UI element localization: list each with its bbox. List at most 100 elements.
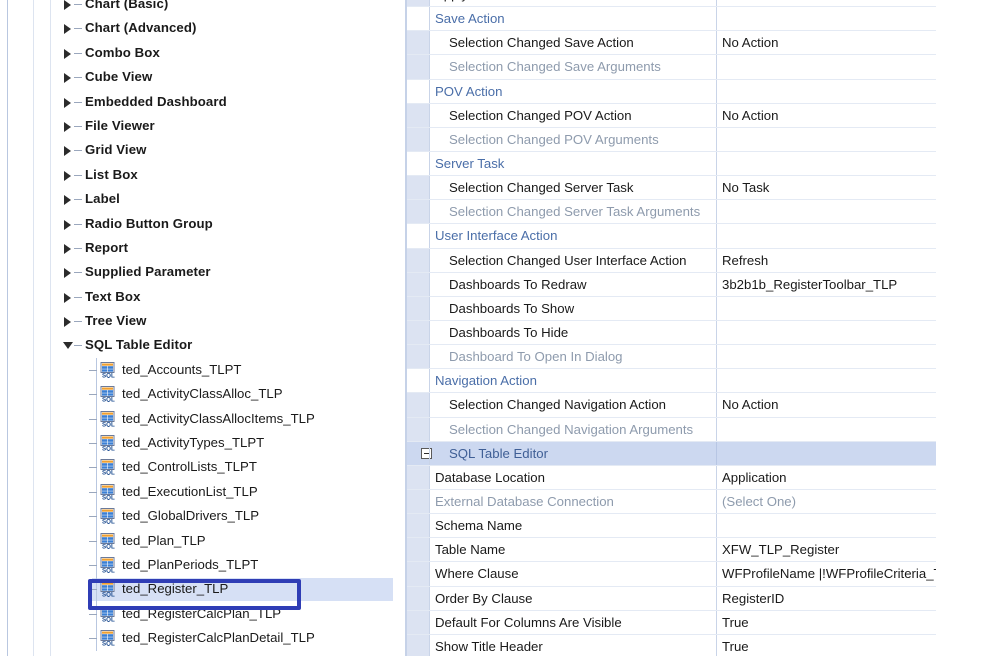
property-value[interactable]: No Task [722, 176, 936, 199]
chevron-right-icon[interactable] [64, 121, 71, 132]
column-divider[interactable] [716, 248, 717, 272]
property-grid-row-dashboards-to-show[interactable]: Dashboards To Show [407, 296, 999, 321]
tree-node-combo-box[interactable]: Combo Box [0, 41, 406, 65]
tree-item-ted-controllists-tlpt[interactable]: SQL ted_ControlLists_TLPT [0, 455, 406, 480]
chevron-right-icon[interactable] [64, 292, 71, 303]
column-divider[interactable] [716, 55, 717, 79]
property-grid-row-selection-changed-server-task[interactable]: Selection Changed Server Task No Task [407, 176, 999, 201]
property-grid-row-where-clause[interactable]: Where Clause WFProfileName |!WFProfileCri… [407, 562, 999, 587]
property-value[interactable]: True [722, 611, 936, 634]
property-value[interactable] [722, 297, 936, 320]
property-value[interactable] [722, 514, 936, 537]
collapse-icon[interactable] [421, 447, 432, 459]
column-divider[interactable] [716, 200, 717, 224]
tree-node-label[interactable]: Label [0, 187, 406, 211]
column-divider[interactable] [716, 586, 717, 610]
property-value[interactable]: True [722, 0, 936, 6]
tree-node-grid-view[interactable]: Grid View [0, 138, 406, 162]
chevron-right-icon[interactable] [64, 97, 71, 108]
chevron-right-icon[interactable] [64, 195, 71, 206]
property-value[interactable]: No Action [722, 104, 936, 127]
column-divider[interactable] [716, 31, 717, 55]
tree-node-report[interactable]: Report [0, 236, 406, 260]
property-grid-row-sql-table-editor[interactable]: SQL Table Editor [407, 441, 999, 466]
property-grid-row-dashboard-to-open-in-dialog[interactable]: Dashboard To Open In Dialog [407, 345, 999, 370]
property-value[interactable]: True [722, 635, 936, 656]
tree-node-list-box[interactable]: List Box [0, 163, 406, 187]
property-value[interactable] [722, 321, 936, 344]
column-divider[interactable] [716, 151, 717, 176]
column-divider[interactable] [716, 465, 717, 489]
property-grid-row-pov-action[interactable]: POV Action [407, 79, 999, 104]
property-value[interactable]: No Action [722, 31, 936, 54]
column-divider[interactable] [716, 514, 717, 538]
column-divider[interactable] [716, 320, 717, 345]
property-grid-row-default-for-columns-are-visible[interactable]: Default For Columns Are Visible True [407, 610, 999, 635]
chevron-right-icon[interactable] [64, 0, 71, 10]
column-divider[interactable] [716, 224, 717, 248]
tree-item-ted-accounts-tlpt[interactable]: SQL ted_Accounts_TLPT [0, 357, 406, 383]
property-grid-row-selection-changed-navigation-action[interactable]: Selection Changed Navigation Action No Ac… [407, 393, 999, 418]
column-divider[interactable] [716, 0, 717, 7]
tree-node-radio-button-group[interactable]: Radio Button Group [0, 212, 406, 236]
property-grid-row-table-name[interactable]: Table Name XFW_TLP_Register [407, 538, 999, 563]
tree-node-cube-view[interactable]: Cube View [0, 65, 406, 89]
property-value[interactable]: XFW_TLP_Register [722, 538, 936, 561]
property-value[interactable]: Refresh [722, 249, 936, 272]
column-divider[interactable] [716, 7, 717, 31]
tree-node-tree-view[interactable]: Tree View [0, 309, 406, 333]
column-divider[interactable] [716, 272, 717, 296]
property-grid-row-external-database-connection[interactable]: External Database Connection (Select One) [407, 489, 999, 515]
chevron-right-icon[interactable] [64, 268, 71, 279]
property-value[interactable] [722, 418, 936, 441]
property-value[interactable] [722, 55, 936, 78]
property-grid-row-schema-name[interactable]: Schema Name [407, 514, 999, 539]
chevron-right-icon[interactable] [64, 170, 71, 181]
chevron-right-icon[interactable] [64, 48, 71, 59]
column-divider[interactable] [716, 103, 717, 127]
tree-scrollbar-track[interactable] [394, 0, 401, 656]
chevron-right-icon[interactable] [64, 243, 71, 254]
property-grid-row-dashboards-to-hide[interactable]: Dashboards To Hide [407, 320, 999, 346]
property-grid-row-selection-changed-server-task-arguments[interactable]: Selection Changed Server Task Arguments [407, 200, 999, 225]
property-grid-row-save-action[interactable]: Save Action [407, 7, 999, 32]
tree-item-ted-plan-tlp[interactable]: SQL ted_Plan_TLP [0, 528, 406, 553]
column-divider[interactable] [716, 393, 717, 417]
chevron-down-icon[interactable] [63, 342, 73, 350]
tree-item-ted-registercalcplandetail-tlp[interactable]: SQL ted_RegisterCalcPlanDetail_TLP [0, 626, 406, 651]
property-grid-row-navigation-action[interactable]: Navigation Action [407, 369, 999, 394]
property-value[interactable] [722, 200, 936, 223]
tree-node-sql-table-editor[interactable]: SQL Table Editor [0, 333, 406, 357]
property-value[interactable]: Application [722, 466, 936, 489]
tree-item-ted-globaldrivers-tlp[interactable]: SQL ted_GlobalDrivers_TLP [0, 504, 406, 529]
property-grid-row-server-task[interactable]: Server Task [407, 151, 999, 177]
chevron-right-icon[interactable] [64, 317, 71, 328]
property-value[interactable]: WFProfileName |!WFProfileCriteria_TLP [722, 562, 936, 585]
property-grid-row-order-by-clause[interactable]: Order By Clause RegisterID [407, 586, 999, 611]
property-value[interactable]: No Action [722, 393, 936, 416]
tree-node-file-viewer[interactable]: File Viewer [0, 114, 406, 138]
tree-node-chart-basic[interactable]: Chart (Basic) [0, 0, 406, 16]
tree-item-ted-planperiods-tlpt[interactable]: SQL ted_PlanPeriods_TLPT [0, 552, 406, 578]
property-grid-row-selection-changed-save-arguments[interactable]: Selection Changed Save Arguments [407, 55, 999, 80]
property-grid-row-dashboards-to-redraw[interactable]: Dashboards To Redraw 3b2b1b_RegisterToolb… [407, 272, 999, 297]
tree-node-supplied-parameter[interactable]: Supplied Parameter [0, 260, 406, 284]
column-divider[interactable] [716, 562, 717, 586]
column-divider[interactable] [716, 345, 717, 369]
property-grid-row-selection-changed-pov-action[interactable]: Selection Changed POV Action No Action [407, 103, 999, 128]
column-divider[interactable] [716, 369, 717, 393]
property-grid-row-show-title-header[interactable]: Show Title Header True [407, 634, 999, 656]
column-divider[interactable] [716, 441, 717, 465]
tree-node-chart-advanced[interactable]: Chart (Advanced) [0, 16, 406, 40]
column-divider[interactable] [716, 127, 717, 151]
column-divider[interactable] [716, 79, 717, 103]
tree-item-ted-activitytypes-tlpt[interactable]: SQL ted_ActivityTypes_TLPT [0, 431, 406, 456]
column-divider[interactable] [716, 417, 717, 441]
property-value[interactable]: 3b2b1b_RegisterToolbar_TLP [722, 273, 936, 296]
property-grid-row-selection-changed-pov-arguments[interactable]: Selection Changed POV Arguments [407, 127, 999, 152]
chevron-right-icon[interactable] [64, 219, 71, 230]
property-grid-row-user-interface-action[interactable]: User Interface Action [407, 224, 999, 249]
property-value[interactable] [722, 128, 936, 151]
tree-node-text-box[interactable]: Text Box [0, 285, 406, 309]
tree-node-embedded-dashboard[interactable]: Embedded Dashboard [0, 90, 406, 114]
